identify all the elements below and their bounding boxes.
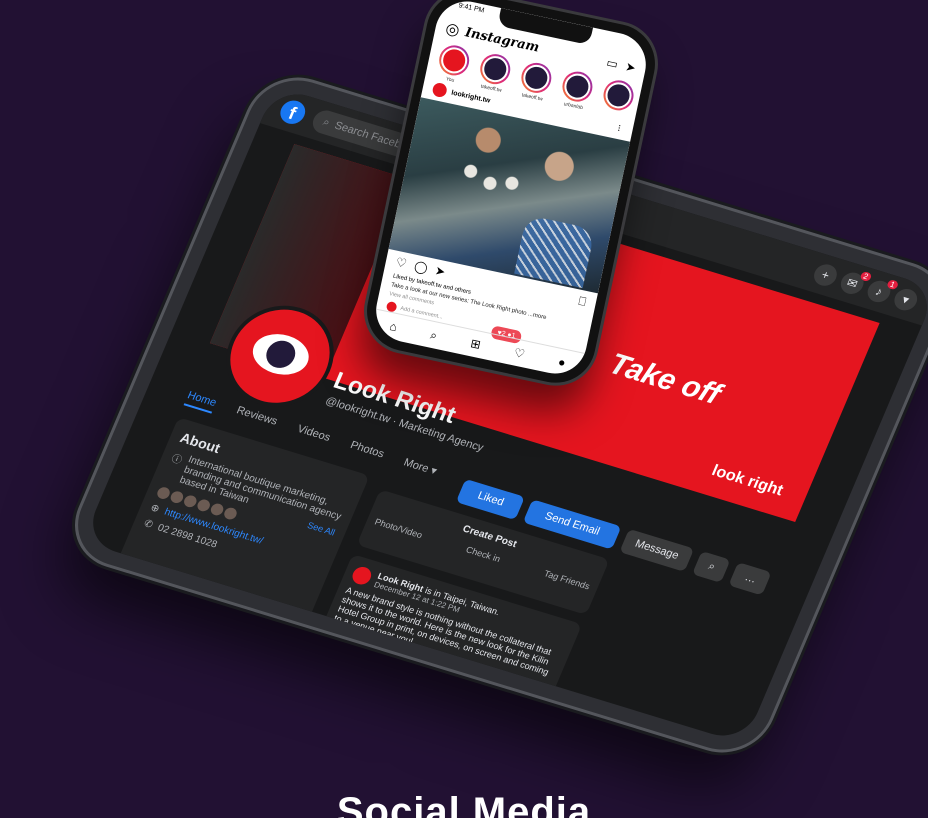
share-icon[interactable]: ➤	[434, 263, 447, 280]
eye-logo-icon	[246, 327, 316, 382]
notifications-icon[interactable]: ♪ 1	[864, 278, 900, 305]
tab-photos[interactable]: Photos	[346, 439, 385, 465]
tab-more[interactable]: More ▾	[400, 456, 439, 482]
message-button[interactable]: Message	[618, 528, 695, 572]
igtv-icon[interactable]: ▭	[605, 55, 619, 71]
account-menu-icon[interactable]: ▾	[890, 286, 921, 314]
liked-button[interactable]: Liked	[455, 478, 526, 521]
add-post-icon[interactable]: ⊞	[469, 336, 482, 352]
tab-home[interactable]: Home	[183, 389, 219, 414]
tab-videos[interactable]: Videos	[293, 423, 332, 449]
create-icon[interactable]: +	[810, 261, 841, 289]
search-icon: ⌕	[321, 115, 332, 129]
home-icon[interactable]: ⌂	[388, 319, 398, 334]
post-username[interactable]: lookright.tw	[451, 89, 491, 104]
top-bar-actions: + ✉ 2 ♪ 1 ▾	[810, 261, 921, 314]
story-item[interactable]: takeoff.tw	[515, 60, 556, 104]
globe-icon: ⊕	[148, 502, 162, 516]
header-actions: ▭ ➤	[605, 55, 637, 75]
cover-brand-logo: look right	[709, 462, 786, 500]
search-icon[interactable]: ⌕	[429, 327, 438, 343]
messenger-icon[interactable]: ✉ 2	[837, 269, 873, 297]
story-item[interactable]: urbanlab	[556, 68, 597, 112]
post-avatar[interactable]	[349, 564, 375, 587]
activity-icon[interactable]: ♡	[513, 345, 526, 361]
heart-icon[interactable]: ♡	[394, 255, 408, 272]
tab-reviews[interactable]: Reviews	[233, 404, 279, 432]
mockup-scene: f ⌕ Search Facebook + ✉ 2 ♪ 1 ▾ Take off l…	[0, 0, 928, 818]
direct-message-icon[interactable]: ➤	[624, 59, 637, 75]
profile-icon[interactable]: ●	[557, 355, 567, 370]
comment-icon[interactable]: ◯	[413, 259, 429, 276]
story-item[interactable]: You	[433, 42, 474, 86]
bookmark-icon[interactable]: ⎕	[577, 294, 587, 310]
headline-text: Social Media	[336, 790, 592, 818]
cover-tagline: Take off	[604, 347, 726, 412]
status-time: 9:41 PM	[457, 2, 485, 15]
messenger-badge: 2	[858, 270, 873, 283]
search-page-button[interactable]: ⌕	[692, 551, 731, 584]
facebook-logo-icon[interactable]: f	[276, 97, 309, 127]
phone-icon: ✆	[142, 518, 155, 531]
story-item[interactable]: takeoff.tw	[474, 51, 515, 95]
camera-icon[interactable]: ◎	[444, 18, 462, 40]
story-item[interactable]	[597, 77, 638, 121]
notifications-badge: 1	[885, 278, 900, 291]
post-user-avatar[interactable]	[431, 81, 449, 99]
check-in-button[interactable]: Check in	[465, 545, 502, 564]
more-options-button[interactable]: …	[728, 562, 773, 596]
story-label: You	[445, 76, 455, 84]
post-options-icon[interactable]: ⋮	[615, 124, 624, 133]
